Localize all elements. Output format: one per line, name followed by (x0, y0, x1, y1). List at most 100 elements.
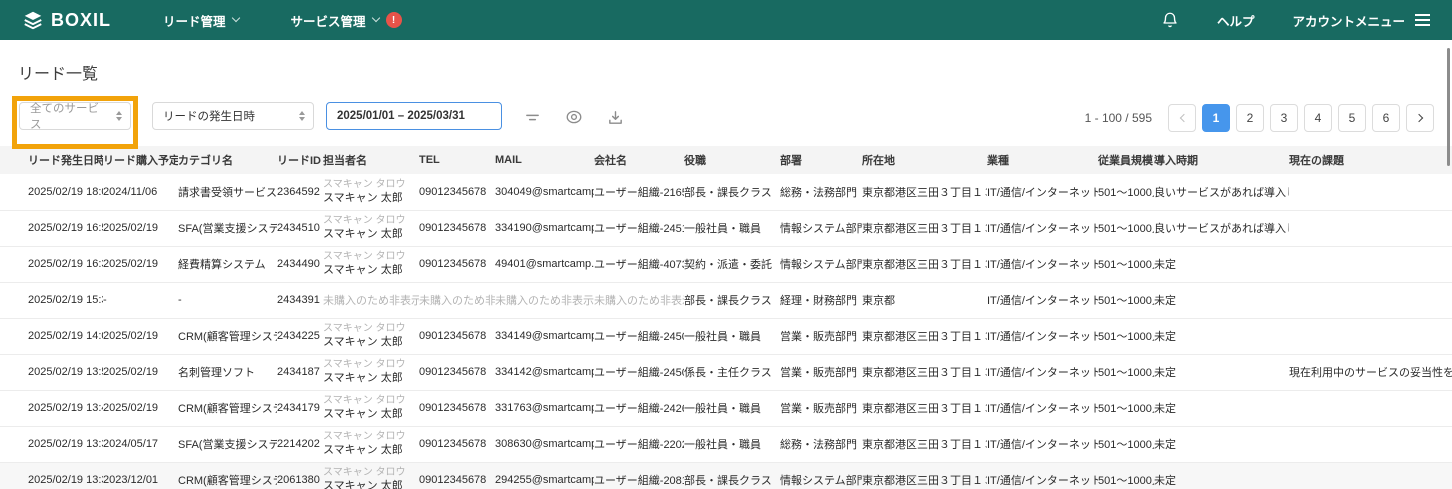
cell-purchase: 2024/05/17 (103, 426, 178, 463)
cell-department: 経理・財務部門 (780, 282, 862, 319)
cell-mail: 331763@smartcamp.test (495, 390, 594, 427)
top-navigation-bar: BOXIL リード管理 サービス管理! ヘルプ アカウントメニュー (0, 0, 1452, 40)
layers-icon (22, 9, 44, 31)
page-button-5[interactable]: 5 (1338, 104, 1366, 132)
cell-category: CRM(顧客管理システム) (178, 462, 277, 489)
cell-size: 501〜1000人 (1098, 174, 1154, 211)
cell-tel: 09012345678 (419, 462, 495, 489)
download-icon[interactable] (607, 109, 624, 126)
account-menu[interactable]: アカウントメニュー (1292, 11, 1430, 30)
nav-item-label: サービス管理 (290, 14, 366, 29)
next-page-button[interactable] (1406, 104, 1434, 132)
table-row[interactable]: 2025/02/19 18:072024/11/06請求書受領サービス23645… (0, 174, 1452, 211)
col-purchase[interactable]: リード購入予定日 (103, 146, 178, 174)
cell-purchase: - (103, 282, 178, 319)
col-mail[interactable]: MAIL (495, 146, 594, 174)
page-title: リード一覧 (18, 66, 99, 83)
bell-icon[interactable] (1161, 11, 1179, 29)
cell-purchase: 2025/02/19 (103, 354, 178, 391)
col-category[interactable]: カテゴリ名 (178, 146, 277, 174)
date-range-input[interactable]: 2025/01/01 – 2025/03/31 (326, 102, 502, 130)
cell-position: 係長・主任クラス (684, 354, 780, 391)
contact-kana: スマキャン タロウ (323, 359, 406, 370)
col-issue[interactable]: 現在の課題 (1289, 146, 1452, 174)
cell-mail: 304049@smartcamp.test (495, 174, 594, 211)
table-row[interactable]: 2025/02/19 13:502025/02/19名刺管理ソフト2434187… (0, 354, 1452, 391)
cell-industry: IT/通信/インターネット系 (987, 462, 1098, 489)
cell-position: 契約・派遣・委託 (684, 246, 780, 283)
cell-issue (1289, 246, 1452, 283)
help-link[interactable]: ヘルプ (1217, 11, 1255, 30)
service-filter-select[interactable]: 全てのサービス (19, 102, 131, 131)
cell-lead_id: 2434391 (277, 282, 323, 319)
table-row[interactable]: 2025/02/19 13:372023/12/01CRM(顧客管理システム)2… (0, 462, 1452, 489)
col-lead_id[interactable]: リードID (277, 146, 323, 174)
cell-department: 情報システム部門 (780, 210, 862, 247)
prev-page-button[interactable] (1168, 104, 1196, 132)
cell-timing: 未定 (1154, 318, 1289, 355)
cell-tel: 09012345678 (419, 174, 495, 211)
table-row[interactable]: 2025/02/19 13:462025/02/19CRM(顧客管理システム)2… (0, 390, 1452, 427)
chevron-left-icon (1179, 113, 1188, 123)
cell-tel: 09012345678 (419, 246, 495, 283)
cell-contact: スマキャン タロウ スマキャン 太郎 (323, 354, 419, 391)
cell-lead_id: 2434179 (277, 390, 323, 427)
contact-name: スマキャン 太郎 (323, 480, 403, 489)
boxil-logo[interactable]: BOXIL (22, 9, 111, 31)
cell-issue (1289, 318, 1452, 355)
col-location[interactable]: 所在地 (862, 146, 987, 174)
col-industry[interactable]: 業種 (987, 146, 1098, 174)
col-department[interactable]: 部署 (780, 146, 862, 174)
cell-lead_id: 2434490 (277, 246, 323, 283)
cell-issue (1289, 174, 1452, 211)
cell-contact: スマキャン タロウ スマキャン 太郎 (323, 426, 419, 463)
table-row[interactable]: 2025/02/19 14:052025/02/19CRM(顧客管理システム)2… (0, 318, 1452, 355)
filter-toolbar: 全てのサービス リードの発生日時 2025/01/01 – 2025/03/31 (0, 96, 1452, 149)
cell-contact: スマキャン タロウ スマキャン 太郎 (323, 462, 419, 489)
col-date[interactable]: リード発生日時↓ (0, 146, 103, 174)
date-type-select[interactable]: リードの発生日時 (152, 102, 314, 130)
cell-mail: 49401@smartcamp.test (495, 246, 594, 283)
table-row[interactable]: 2025/02/19 15:33--2434391未購入のため非表示未購入のため… (0, 282, 1452, 319)
filter-lines-icon[interactable] (524, 109, 541, 126)
cell-position: 一般社員・職員 (684, 210, 780, 247)
account-menu-label: アカウントメニュー (1292, 14, 1405, 29)
cell-date: 2025/02/19 13:37 (0, 462, 103, 489)
select-arrows-icon (289, 111, 305, 121)
page-button-1[interactable]: 1 (1202, 104, 1230, 132)
page-button-6[interactable]: 6 (1372, 104, 1400, 132)
cell-department: 営業・販売部門 (780, 318, 862, 355)
eye-icon[interactable] (565, 108, 583, 126)
page-button-2[interactable]: 2 (1236, 104, 1264, 132)
vertical-scrollbar[interactable] (1447, 48, 1450, 166)
cell-date: 2025/02/19 14:05 (0, 318, 103, 355)
col-company[interactable]: 会社名 (594, 146, 684, 174)
contact-kana: スマキャン タロウ (323, 323, 406, 334)
cell-timing: 未定 (1154, 390, 1289, 427)
col-size[interactable]: 従業員規模 (1098, 146, 1154, 174)
cell-company: ユーザー組織-208173 (594, 462, 684, 489)
col-position[interactable]: 役職 (684, 146, 780, 174)
table-row[interactable]: 2025/02/19 16:572025/02/19SFA(営業支援システム)2… (0, 210, 1452, 247)
cell-date: 2025/02/19 18:07 (0, 174, 103, 211)
chevron-down-icon (231, 13, 240, 23)
nav-item-0[interactable]: リード管理 (163, 11, 240, 30)
table-row[interactable]: 2025/02/19 16:392025/02/19経費精算システム243449… (0, 246, 1452, 283)
contact-kana: スマキャン タロウ (323, 215, 406, 226)
page-button-4[interactable]: 4 (1304, 104, 1332, 132)
nav-item-1[interactable]: サービス管理! (291, 11, 402, 30)
col-timing[interactable]: 導入時期 (1154, 146, 1289, 174)
col-contact[interactable]: 担当者名 (323, 146, 419, 174)
cell-mail: 334149@smartcamp.test (495, 318, 594, 355)
cell-timing: 未定 (1154, 462, 1289, 489)
col-tel[interactable]: TEL (419, 146, 495, 174)
table-row[interactable]: 2025/02/19 13:392024/05/17SFA(営業支援システム)2… (0, 426, 1452, 463)
cell-category: 請求書受領サービス (178, 174, 277, 211)
cell-company: ユーザー組織-242646 (594, 390, 684, 427)
cell-size: 501〜1000人 (1098, 390, 1154, 427)
page-button-3[interactable]: 3 (1270, 104, 1298, 132)
cell-location: 東京都 (862, 282, 987, 319)
cell-contact: スマキャン タロウ スマキャン 太郎 (323, 210, 419, 247)
cell-location: 東京都港区三田３丁目１３－... (862, 246, 987, 283)
cell-tel: 09012345678 (419, 318, 495, 355)
